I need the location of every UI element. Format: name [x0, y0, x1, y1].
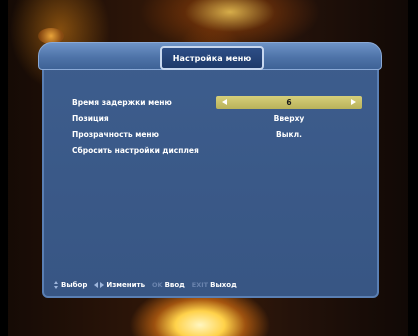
menu-title-box: Настройка меню [160, 46, 264, 70]
menu-item-delay[interactable]: Время задержки меню 6 [72, 96, 364, 109]
left-right-arrows-icon [94, 282, 105, 288]
hint-change: Изменить [94, 281, 145, 289]
hint-select: Выбор [54, 281, 87, 289]
screen-edge-left [0, 0, 8, 336]
menu-item-label: Время задержки меню [72, 98, 172, 107]
exit-key-label: EXIT [191, 281, 209, 289]
menu-item-value-selector[interactable]: 6 [216, 96, 362, 109]
screen-edge-right [408, 0, 418, 336]
menu-item-value-text: Вверху [273, 114, 305, 123]
footer-hints: Выбор Изменить OK Ввод EXIT Выход [42, 272, 379, 298]
hint-change-label: Изменить [106, 281, 145, 289]
menu-item-label: Сбросить настройки дисплея [72, 146, 199, 155]
menu-title: Настройка меню [172, 53, 252, 63]
menu-item-value-text: Выкл. [276, 130, 302, 139]
hint-exit-label: Выход [210, 281, 237, 289]
menu-item-label: Позиция [72, 114, 109, 123]
menu-item-value: 6 [286, 98, 292, 107]
hint-enter-label: Ввод [164, 281, 185, 289]
hint-exit: EXIT Выход [192, 281, 237, 289]
up-down-arrows-icon [54, 281, 59, 289]
menu-item-label: Прозрачность меню [72, 130, 159, 139]
arrow-left-icon[interactable] [222, 99, 227, 105]
menu-item-transparency[interactable]: Прозрачность меню Выкл. [72, 128, 364, 141]
menu-item-value: Вверху [216, 112, 362, 125]
menu-item-reset-display[interactable]: Сбросить настройки дисплея [72, 144, 364, 157]
hint-select-label: Выбор [61, 281, 88, 289]
hint-enter: OK Ввод [152, 281, 185, 289]
ok-key-label: OK [152, 281, 163, 289]
menu-panel [42, 58, 379, 298]
menu-item-position[interactable]: Позиция Вверху [72, 112, 364, 125]
menu-item-value: Выкл. [216, 128, 362, 141]
arrow-right-icon[interactable] [351, 99, 356, 105]
